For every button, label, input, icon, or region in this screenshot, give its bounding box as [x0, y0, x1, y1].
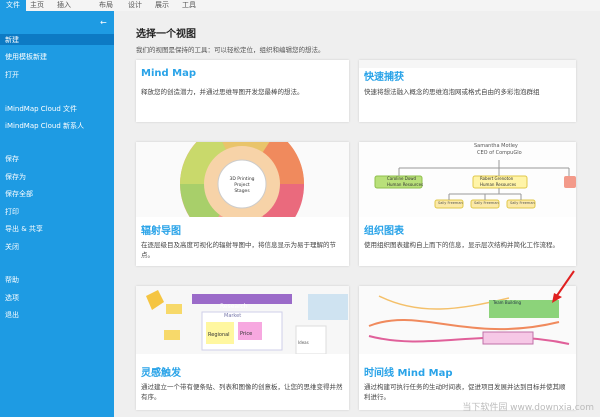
sidebar-item-close[interactable]: 关闭	[5, 242, 19, 252]
sidebar-item-print[interactable]: 打印	[5, 207, 19, 217]
tab-layout[interactable]: 布局	[99, 0, 113, 11]
page-title: 选择一个视图	[136, 29, 196, 40]
tab-tools[interactable]: 工具	[182, 0, 196, 11]
card-description: 在逐层级目及高度可视化的辐射导图中，将信息显示为易于理解的节点。	[141, 241, 336, 259]
org-node-role: Human Resources	[387, 182, 424, 187]
sidebar-item-options[interactable]: 选项	[5, 293, 19, 303]
card-title: Mind Map	[141, 68, 196, 79]
card-timeline-mind-map[interactable]: Team Building 时间线 Mind Map 通过构建可执行任务的生动时…	[359, 286, 576, 410]
card-radial-map[interactable]: 3D Printing Project Stages 辐射导图 在逐层级目及高度…	[136, 142, 349, 266]
timeline-task-label: Team Building	[493, 300, 522, 305]
ideas-list-title: Ideas	[298, 340, 309, 345]
card-description: 快速将想法融入概念的思维泡泡网或格式自由的多彩泡泡群组	[364, 88, 540, 96]
sidebar-item-exit[interactable]: 退出	[5, 310, 19, 320]
tab-present[interactable]: 展示	[155, 0, 169, 11]
red-arrow-annotation-icon	[552, 270, 575, 303]
org-leaf-2: Sally Freeman	[474, 201, 499, 205]
org-leaf-1: Sally Freeman	[438, 201, 463, 205]
card-brainstorm[interactable]: Research Market Regional Price Ideas 灵感触…	[136, 286, 349, 410]
card-title: 组织图表	[364, 226, 404, 237]
card-mind-map[interactable]: Mind Map 释放您的创造潜力，并通过思维导图开发您最棒的想法。	[136, 60, 349, 122]
card-title: 快速捕获	[364, 72, 404, 83]
note-regional: Regional	[208, 332, 230, 338]
sidebar-item-new[interactable]: 新建	[5, 35, 19, 45]
org-top-name: Samantha Motley	[474, 143, 518, 149]
card-quick-capture[interactable]: 快速捕获 快速将想法融入概念的思维泡泡网或格式自由的多彩泡泡群组	[359, 60, 576, 122]
card-description: 通过构建可执行任务的生动时间表，促进项目发展并达到目标并使其顺利进行。	[364, 383, 566, 401]
tab-home[interactable]: 主页	[30, 0, 44, 11]
view-picker: 选择一个视图 我们的视图是保持的工具：可以轻松定位，组织和编辑您的想法。 Min…	[114, 11, 600, 417]
board-title: Research	[220, 303, 248, 310]
card-description: 使用组织图表建构自上而下的信息，显示层次结构并简化工作流程。	[364, 241, 559, 249]
sidebar-item-export-share[interactable]: 导出 & 共享	[5, 224, 43, 234]
card-description: 释放您的创造潜力，并通过思维导图开发您最棒的想法。	[141, 88, 304, 96]
brainstorm-thumbnail	[136, 286, 349, 354]
sidebar-item-save[interactable]: 保存	[5, 154, 19, 164]
sidebar-item-cloud-contacts[interactable]: iMindMap Cloud 新系人	[5, 121, 84, 131]
org-leaf-3: Sally Freeman	[510, 201, 535, 205]
sidebar-item-help[interactable]: 帮助	[5, 275, 19, 285]
org-top-role: CEO of CompuGlo	[477, 150, 522, 156]
tab-file[interactable]: 文件	[0, 0, 26, 11]
sidebar-item-save-as[interactable]: 保存为	[5, 172, 26, 182]
org-node-role-2: Human Resources	[480, 182, 517, 187]
quick-capture-thumbnail	[359, 60, 576, 68]
radial-center-label: 3D Printing Project Stages	[229, 177, 255, 194]
note-price: Price	[240, 331, 253, 337]
page-subtitle: 我们的视图是保持的工具：可以轻松定位，组织和编辑您的想法。	[136, 46, 325, 54]
org-node-name: Caroline Dowd	[387, 176, 417, 181]
timeline-thumbnail	[359, 286, 576, 354]
org-node-name-2: Robert Grenoton	[480, 176, 514, 181]
sidebar-item-open[interactable]: 打开	[5, 70, 19, 80]
tab-insert[interactable]: 插入	[57, 0, 71, 11]
card-description: 通过建立一个带有便条贴、列表和图像的创意板，让您的思维变得井然有序。	[141, 383, 343, 401]
file-sidebar: ← 新建 使用模板新建 打开 iMindMap Cloud 文件 iMindMa…	[0, 11, 114, 417]
site-watermark: 当下软件园 www.downxia.com	[462, 403, 594, 413]
sidebar-item-new-from-template[interactable]: 使用模板新建	[5, 52, 47, 62]
card-title: 时间线 Mind Map	[364, 368, 453, 379]
card-title: 辐射导图	[141, 226, 181, 237]
sidebar-item-cloud-files[interactable]: iMindMap Cloud 文件	[5, 104, 77, 114]
sidebar-item-save-all[interactable]: 保存全部	[5, 189, 33, 199]
card-org-chart[interactable]: Samantha Motley CEO of CompuGlo Caroline…	[359, 142, 576, 266]
board-market-label: Market	[224, 313, 242, 319]
card-title: 灵感触发	[141, 368, 181, 379]
tab-design[interactable]: 设计	[128, 0, 142, 11]
back-arrow-icon[interactable]: ←	[100, 18, 107, 27]
